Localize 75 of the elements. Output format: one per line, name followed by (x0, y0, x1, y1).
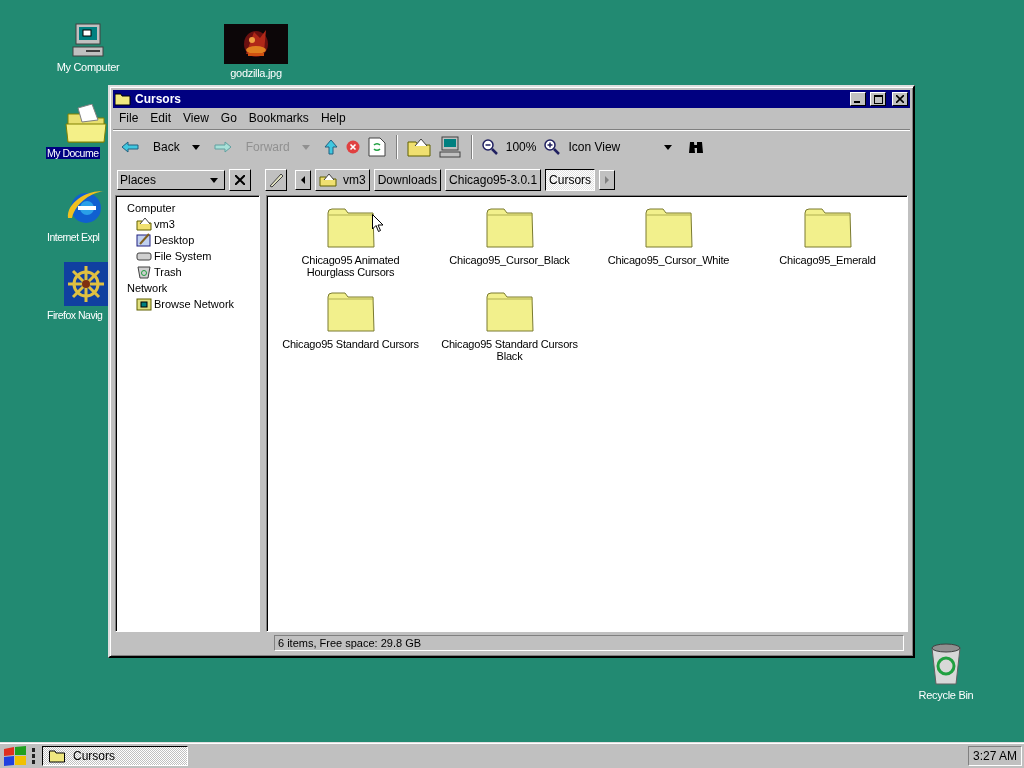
tree-heading: Computer (127, 201, 176, 216)
computer-icon[interactable] (70, 22, 106, 58)
trash-icon (136, 265, 152, 279)
places-dropdown[interactable]: Places (117, 170, 225, 190)
windows-logo-icon[interactable] (2, 744, 38, 767)
folder-name[interactable]: Chicago95 Animated Hourglass Cursors (280, 254, 421, 278)
tree-item[interactable]: Browse Network (136, 296, 235, 312)
icon-label[interactable]: Recycle Bin (916, 689, 976, 701)
icon-label[interactable]: My Docume (46, 147, 100, 159)
menu-item[interactable]: Help (314, 111, 352, 125)
ship-wheel-icon[interactable] (64, 262, 108, 306)
folder-name[interactable]: Chicago95_Cursor_White (598, 254, 739, 266)
path-button[interactable]: vm3 (315, 169, 370, 191)
menu-item[interactable]: View (177, 111, 215, 125)
status-bar: 6 items, Free space: 29.8 GB (274, 635, 904, 651)
minimize-button[interactable] (850, 92, 866, 106)
folder-icon[interactable] (64, 104, 108, 144)
folder-icon[interactable] (326, 208, 375, 248)
icon-label[interactable]: My Computer (54, 61, 122, 73)
tree-item[interactable]: Trash (136, 264, 182, 280)
caret-icon (664, 144, 673, 150)
desktop-icon (136, 233, 152, 247)
menu-item[interactable]: Edit (144, 111, 178, 125)
maximize-icon (873, 94, 883, 104)
reload-icon[interactable] (367, 137, 386, 157)
caret-icon (210, 177, 218, 183)
zoom-in-icon[interactable] (544, 139, 561, 155)
scroll-left-button[interactable] (295, 170, 311, 190)
pencil-icon (268, 172, 284, 188)
clock: 3:27 AM (967, 745, 1022, 766)
path-button[interactable]: Cursors (545, 169, 596, 191)
tree-item[interactable]: Desktop (136, 232, 195, 248)
mouse-pointer-icon (372, 214, 384, 233)
path-button[interactable]: Downloads (373, 169, 442, 191)
scroll-right-button[interactable] (599, 170, 616, 190)
folder-name[interactable]: Chicago95 Standard Cursors (280, 338, 421, 350)
left-arrow-icon (301, 176, 305, 184)
edit-path-button[interactable] (265, 169, 287, 191)
stop-icon[interactable] (345, 140, 360, 154)
home-folder-icon (136, 217, 152, 231)
close-button[interactable] (892, 92, 908, 106)
icon-label[interactable]: Firefox Navig (46, 309, 104, 321)
zoom-out-icon[interactable] (481, 139, 498, 155)
drive-icon (136, 249, 152, 263)
forward-arrow-icon (213, 141, 232, 153)
folder-name[interactable]: Chicago95_Emerald (757, 254, 898, 266)
back-arrow-icon (121, 141, 139, 153)
network-icon (136, 297, 152, 311)
icon-label[interactable]: Internet Expl (46, 231, 101, 243)
maximize-button[interactable] (870, 92, 886, 106)
menu-item[interactable]: File (113, 111, 145, 125)
back-button[interactable]: Back (121, 140, 180, 154)
folder-icon (49, 748, 65, 763)
folder-icon (115, 92, 131, 106)
folder-name[interactable]: Chicago95_Cursor_Black (439, 254, 580, 266)
close-icon (896, 95, 904, 103)
zoom-level: 100% (505, 140, 537, 154)
home-folder-icon[interactable] (406, 137, 431, 157)
caret-icon[interactable] (191, 144, 200, 150)
tree-item[interactable]: vm3 (136, 216, 175, 232)
window-title: Cursors (135, 92, 181, 106)
up-arrow-icon[interactable] (323, 139, 338, 155)
icon-label[interactable]: godzilla.jpg (228, 67, 284, 79)
menu-item[interactable]: Bookmarks (242, 111, 315, 125)
close-icon (235, 175, 245, 185)
view-dropdown[interactable]: Icon View (568, 140, 673, 154)
home-folder-icon (319, 173, 337, 187)
taskbar-button[interactable]: Cursors (42, 745, 188, 766)
menu-item[interactable]: Go (214, 111, 243, 125)
tree-item[interactable]: File System (136, 248, 212, 264)
close-pane-button[interactable] (229, 169, 251, 191)
right-arrow-icon (605, 176, 610, 184)
folder-name[interactable]: Chicago95 Standard Cursors Black (439, 338, 580, 362)
tree-heading: Network (127, 281, 168, 296)
path-button[interactable]: Chicago95-3.0.1 (445, 169, 542, 191)
